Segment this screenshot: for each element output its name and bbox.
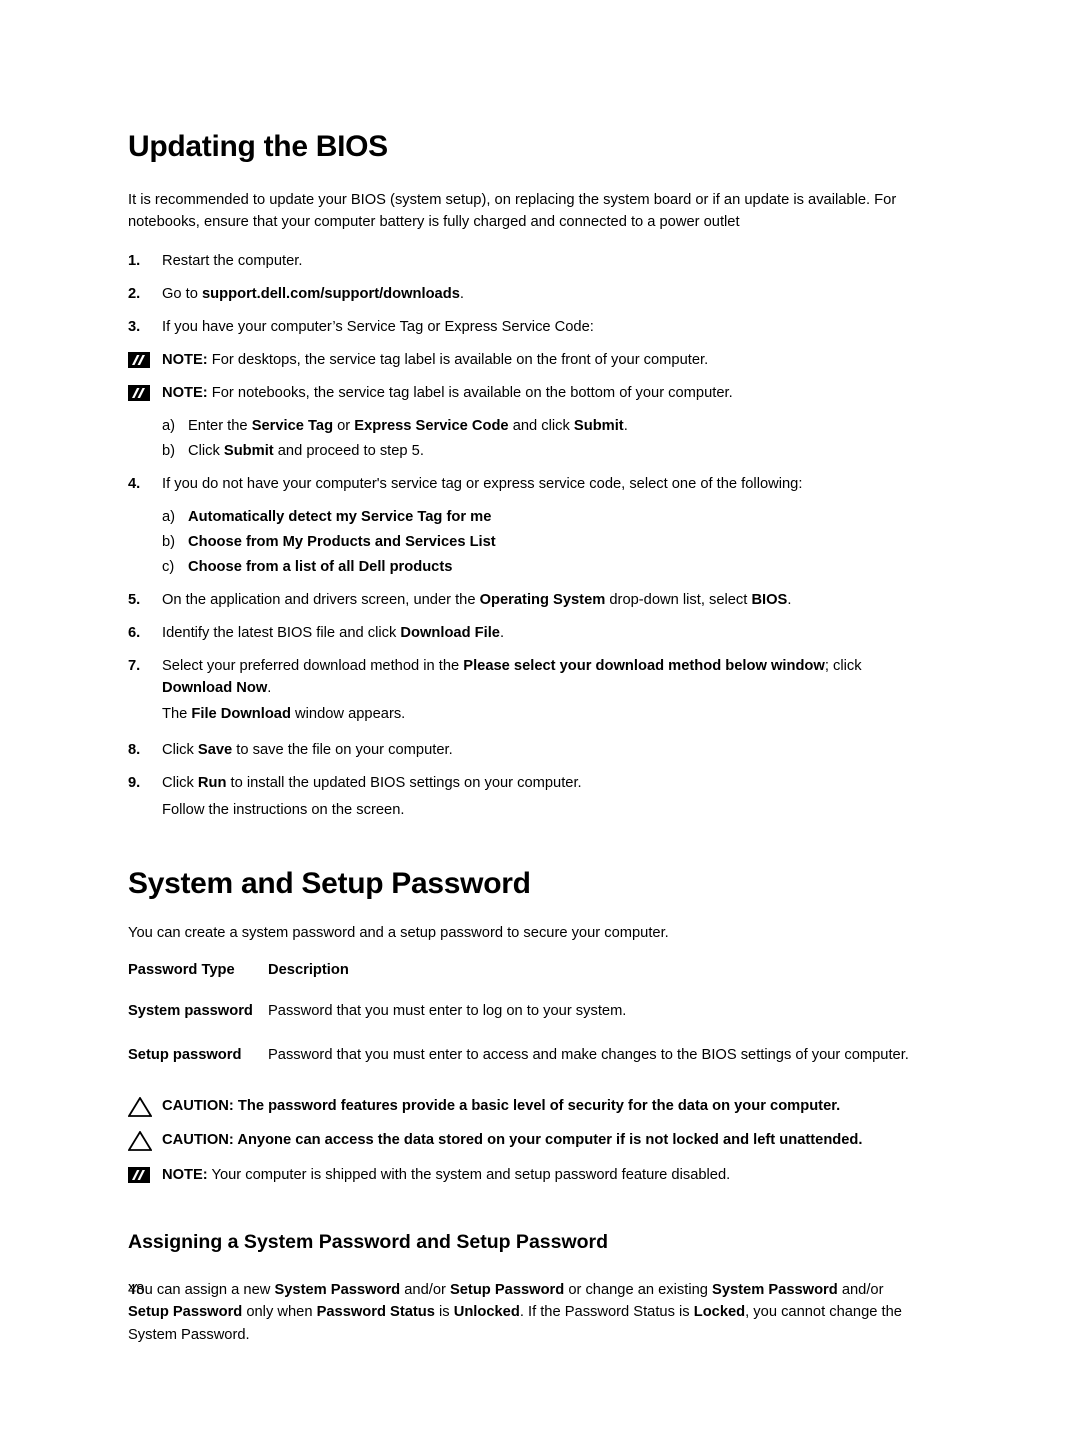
list-text: Restart the computer. [162, 252, 303, 269]
table-cell-type: System password [128, 1003, 253, 1020]
list-text: If you do not have your computer's servi… [162, 476, 803, 493]
sub-list-text: Click Submit and proceed to step 5. [188, 442, 424, 459]
table-row: Setup password Password that you must en… [128, 1045, 928, 1088]
sub-list-text: Enter the Service Tag or Express Service… [188, 417, 628, 434]
table-header-row: Password Type Description [128, 960, 928, 1001]
sub-list-item: b) Choose from My Products and Services … [128, 531, 928, 553]
note-icon [128, 384, 150, 401]
heading-assigning-password: Assigning a System Password and Setup Pa… [128, 1230, 609, 1253]
substeps-step3: a) Enter the Service Tag or Express Serv… [128, 415, 928, 462]
sub-list-text: Automatically detect my Service Tag for … [188, 509, 492, 526]
list-text: If you have your computer’s Service Tag … [162, 318, 594, 335]
heading-updating-the-bios: Updating the BIOS [128, 130, 388, 163]
list-item: 8. Click Save to save the file on your c… [128, 739, 928, 761]
bios-steps-list-rest: 5. On the application and drivers screen… [128, 589, 928, 820]
list-number: 1. [128, 252, 141, 269]
list-text: Go to support.dell.com/support/downloads… [162, 285, 464, 302]
list-item: 9. Click Run to install the updated BIOS… [128, 772, 928, 794]
table-cell-description: Password that you must enter to access a… [268, 1046, 909, 1063]
table-cell-type: Setup password [128, 1046, 242, 1063]
page-number: 48 [128, 1282, 145, 1298]
caution-password-features: CAUTION: The password features provide a… [127, 1096, 928, 1117]
note-icon [128, 351, 150, 368]
document-page: Updating the BIOS It is recommended to u… [0, 0, 1080, 1434]
table-row: System password Password that you must e… [128, 1001, 928, 1044]
list-number: 9. [128, 775, 141, 792]
caution-body: Anyone can access the data stored on you… [233, 1132, 863, 1149]
list-text: Select your preferred download method in… [162, 658, 862, 697]
page-content: Updating the BIOS It is recommended to u… [127, 130, 928, 1362]
warning-triangle-icon [127, 1130, 153, 1152]
list-number: 3. [128, 318, 141, 335]
list-number: 7. [128, 658, 141, 675]
table-cell-description: Password that you must enter to log on t… [268, 1003, 627, 1020]
follow-up-text: The File Download window appears. [162, 706, 406, 723]
note-body: For notebooks, the service tag label is … [207, 384, 733, 401]
intro-paragraph-bios: It is recommended to update your BIOS (s… [128, 192, 897, 231]
list-number: 6. [128, 625, 141, 642]
warning-triangle-icon [127, 1096, 153, 1117]
sub-list-item: a) Enter the Service Tag or Express Serv… [128, 415, 928, 437]
assigning-password-paragraph: You can assign a new System Password and… [128, 1281, 902, 1343]
sub-list-letter: c) [162, 559, 175, 576]
note-label: NOTE: [162, 1167, 208, 1184]
intro-paragraph-password: You can create a system password and a s… [128, 924, 669, 941]
note-text: NOTE: For notebooks, the service tag lab… [162, 382, 928, 404]
note-label: NOTE: [162, 384, 208, 401]
caution-text: CAUTION: Anyone can access the data stor… [162, 1130, 928, 1151]
list-number: 5. [128, 592, 141, 609]
table-header-description: Description [268, 961, 349, 978]
sub-list-item: b) Click Submit and proceed to step 5. [128, 440, 928, 462]
final-instruction-line: Follow the instructions on the screen. [128, 799, 928, 821]
list-item: 2. Go to support.dell.com/support/downlo… [128, 283, 928, 305]
note-body: For desktops, the service tag label is a… [207, 351, 709, 368]
substeps-step4: a) Automatically detect my Service Tag f… [128, 506, 928, 578]
list-number: 8. [128, 742, 141, 759]
list-text: Click Run to install the updated BIOS se… [162, 775, 582, 792]
sub-list-item: a) Automatically detect my Service Tag f… [128, 506, 928, 528]
list-item: 1. Restart the computer. [128, 250, 928, 272]
note-notebooks-service-tag: NOTE: For notebooks, the service tag lab… [128, 382, 928, 404]
note-label: NOTE: [162, 351, 208, 368]
sub-list-text: Choose from a list of all Dell products [188, 559, 453, 576]
caution-unattended-computer: CAUTION: Anyone can access the data stor… [127, 1130, 928, 1152]
caution-body: The password features provide a basic le… [233, 1097, 841, 1114]
list-item: 3. If you have your computer’s Service T… [128, 316, 928, 338]
note-text: NOTE: For desktops, the service tag labe… [162, 349, 928, 371]
list-text: Identify the latest BIOS file and click … [162, 625, 505, 642]
sub-list-letter: a) [162, 417, 176, 434]
note-desktops-service-tag: NOTE: For desktops, the service tag labe… [128, 349, 928, 371]
note-icon [128, 1167, 150, 1184]
list-item: 7. Select your preferred download method… [128, 655, 928, 699]
heading-system-and-setup-password: System and Setup Password [128, 866, 531, 900]
list-item: 4. If you do not have your computer's se… [128, 473, 928, 495]
list-item: 6. Identify the latest BIOS file and cli… [128, 622, 928, 644]
final-instruction-text: Follow the instructions on the screen. [162, 801, 405, 818]
list-number: 4. [128, 476, 141, 493]
caution-label: CAUTION: [162, 1097, 234, 1114]
list-number: 2. [128, 285, 141, 302]
caution-label: CAUTION: [162, 1132, 234, 1149]
list-text: On the application and drivers screen, u… [162, 592, 792, 609]
sub-list-letter: b) [162, 534, 176, 551]
note-body: Your computer is shipped with the system… [207, 1167, 731, 1184]
sub-list-letter: b) [162, 442, 176, 459]
password-type-table: Password Type Description System passwor… [128, 960, 928, 1088]
note-password-feature-disabled: NOTE: Your computer is shipped with the … [128, 1164, 928, 1186]
list-text: Click Save to save the file on your comp… [162, 742, 453, 759]
sub-list-letter: a) [162, 509, 176, 526]
table-header-password-type: Password Type [128, 961, 235, 978]
sub-list-text: Choose from My Products and Services Lis… [188, 534, 496, 551]
sub-list-item: c) Choose from a list of all Dell produc… [128, 556, 928, 578]
bios-steps-list: 1. Restart the computer. 2. Go to suppor… [128, 250, 928, 338]
caution-text: CAUTION: The password features provide a… [162, 1096, 928, 1117]
step7-follow-up-text: The File Download window appears. [128, 703, 928, 725]
note-text: NOTE: Your computer is shipped with the … [162, 1164, 928, 1186]
list-item: 5. On the application and drivers screen… [128, 589, 928, 611]
